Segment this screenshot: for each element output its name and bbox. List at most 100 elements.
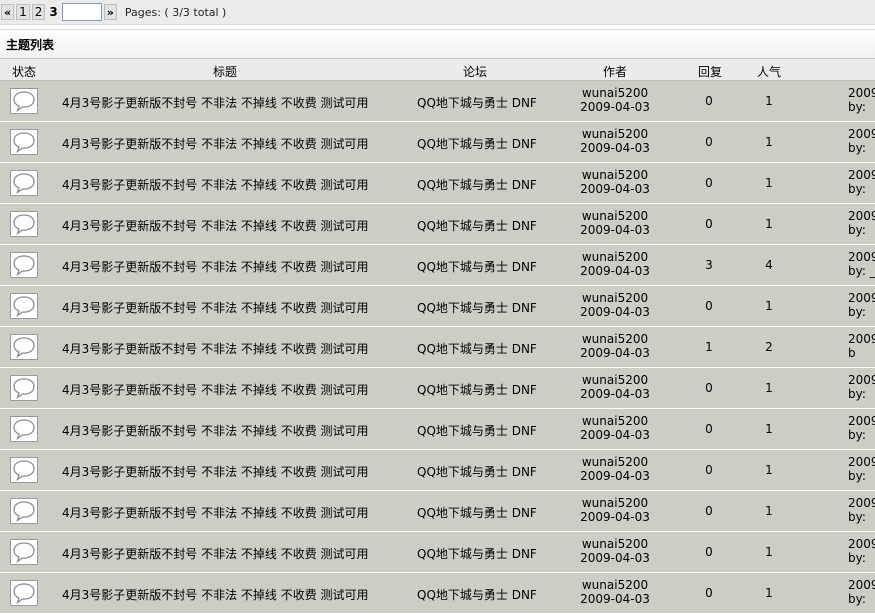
view-count: 2 bbox=[765, 340, 773, 354]
speech-bubble-icon bbox=[10, 170, 38, 196]
forum-link[interactable]: QQ地下城与勇士 DNF bbox=[417, 463, 537, 480]
forum-link[interactable]: QQ地下城与勇士 DNF bbox=[417, 299, 537, 316]
forum-link[interactable]: QQ地下城与勇士 DNF bbox=[417, 545, 537, 562]
last-post-date: 2009 bbox=[848, 537, 875, 551]
topic-title-link[interactable]: 4月3号影子更新版不封号 不非法 不掉线 不收费 测试可用 bbox=[62, 135, 369, 152]
speech-bubble-icon bbox=[10, 580, 38, 606]
post-date: 2009-04-03 bbox=[580, 223, 650, 237]
topic-title-link[interactable]: 4月3号影子更新版不封号 不非法 不掉线 不收费 测试可用 bbox=[62, 258, 369, 275]
topic-title-link[interactable]: 4月3号影子更新版不封号 不非法 不掉线 不收费 测试可用 bbox=[62, 217, 369, 234]
forum-link[interactable]: QQ地下城与勇士 DNF bbox=[417, 135, 537, 152]
reply-count: 0 bbox=[705, 504, 713, 518]
topic-list: 4月3号影子更新版不封号 不非法 不掉线 不收费 测试可用 QQ地下城与勇士 D… bbox=[0, 81, 875, 614]
table-row: 4月3号影子更新版不封号 不非法 不掉线 不收费 测试可用 QQ地下城与勇士 D… bbox=[0, 245, 875, 286]
post-date: 2009-04-03 bbox=[580, 182, 650, 196]
forum-link[interactable]: QQ地下城与勇士 DNF bbox=[417, 504, 537, 521]
view-count: 1 bbox=[765, 217, 773, 231]
page-2-link[interactable]: 2 bbox=[31, 4, 46, 20]
author-cell: wunai5200 2009-04-03 bbox=[570, 332, 660, 360]
author-link[interactable]: wunai5200 bbox=[582, 578, 648, 592]
prev-page-button[interactable]: « bbox=[1, 4, 15, 20]
view-count: 1 bbox=[765, 545, 773, 559]
reply-count: 1 bbox=[705, 340, 713, 354]
forum-link[interactable]: QQ地下城与勇士 DNF bbox=[417, 258, 537, 275]
reply-count: 0 bbox=[705, 545, 713, 559]
author-link[interactable]: wunai5200 bbox=[582, 168, 648, 182]
section-title: 主题列表 bbox=[0, 29, 875, 59]
last-post-by: by: bbox=[848, 551, 866, 565]
speech-bubble-icon bbox=[10, 293, 38, 319]
last-post-cell: 2009 by: bbox=[848, 291, 875, 319]
author-link[interactable]: wunai5200 bbox=[582, 291, 648, 305]
topic-title-link[interactable]: 4月3号影子更新版不封号 不非法 不掉线 不收费 测试可用 bbox=[62, 299, 369, 316]
forum-link[interactable]: QQ地下城与勇士 DNF bbox=[417, 217, 537, 234]
last-post-cell: 2009 by: bbox=[848, 373, 875, 401]
post-date: 2009-04-03 bbox=[580, 305, 650, 319]
forum-link[interactable]: QQ地下城与勇士 DNF bbox=[417, 176, 537, 193]
last-post-by: by: bbox=[848, 141, 866, 155]
table-row: 4月3号影子更新版不封号 不非法 不掉线 不收费 测试可用 QQ地下城与勇士 D… bbox=[0, 81, 875, 122]
topic-title-link[interactable]: 4月3号影子更新版不封号 不非法 不掉线 不收费 测试可用 bbox=[62, 504, 369, 521]
reply-count: 0 bbox=[705, 422, 713, 436]
speech-bubble-icon bbox=[10, 334, 38, 360]
topic-title-link[interactable]: 4月3号影子更新版不封号 不非法 不掉线 不收费 测试可用 bbox=[62, 381, 369, 398]
author-cell: wunai5200 2009-04-03 bbox=[570, 86, 660, 114]
author-link[interactable]: wunai5200 bbox=[582, 127, 648, 141]
topic-title-link[interactable]: 4月3号影子更新版不封号 不非法 不掉线 不收费 测试可用 bbox=[62, 463, 369, 480]
author-cell: wunai5200 2009-04-03 bbox=[570, 578, 660, 606]
view-count: 1 bbox=[765, 299, 773, 313]
last-post-cell: 2009 by: bbox=[848, 537, 875, 565]
page-jump-input[interactable] bbox=[61, 3, 102, 21]
last-post-cell: 2009 by: bbox=[848, 127, 875, 155]
table-row: 4月3号影子更新版不封号 不非法 不掉线 不收费 测试可用 QQ地下城与勇士 D… bbox=[0, 286, 875, 327]
author-cell: wunai5200 2009-04-03 bbox=[570, 414, 660, 442]
author-link[interactable]: wunai5200 bbox=[582, 414, 648, 428]
last-post-cell: 2009 by: bbox=[848, 496, 875, 524]
topic-title-link[interactable]: 4月3号影子更新版不封号 不非法 不掉线 不收费 测试可用 bbox=[62, 176, 369, 193]
forum-link[interactable]: QQ地下城与勇士 DNF bbox=[417, 381, 537, 398]
author-link[interactable]: wunai5200 bbox=[582, 537, 648, 551]
column-replies: 回复 bbox=[698, 65, 723, 79]
topic-title-link[interactable]: 4月3号影子更新版不封号 不非法 不掉线 不收费 测试可用 bbox=[62, 586, 369, 603]
view-count: 1 bbox=[765, 463, 773, 477]
last-post-date: 2009 bbox=[848, 209, 875, 223]
post-date: 2009-04-03 bbox=[580, 551, 650, 565]
view-count: 1 bbox=[765, 381, 773, 395]
column-views: 人气 bbox=[757, 65, 782, 79]
table-row: 4月3号影子更新版不封号 不非法 不掉线 不收费 测试可用 QQ地下城与勇士 D… bbox=[0, 122, 875, 163]
author-link[interactable]: wunai5200 bbox=[582, 373, 648, 387]
post-date: 2009-04-03 bbox=[580, 100, 650, 114]
last-post-by: by: bbox=[848, 387, 866, 401]
author-link[interactable]: wunai5200 bbox=[582, 332, 648, 346]
speech-bubble-icon bbox=[10, 375, 38, 401]
author-link[interactable]: wunai5200 bbox=[582, 250, 648, 264]
author-cell: wunai5200 2009-04-03 bbox=[570, 496, 660, 524]
speech-bubble-icon bbox=[10, 129, 38, 155]
post-date: 2009-04-03 bbox=[580, 387, 650, 401]
topic-title-link[interactable]: 4月3号影子更新版不封号 不非法 不掉线 不收费 测试可用 bbox=[62, 94, 369, 111]
author-link[interactable]: wunai5200 bbox=[582, 86, 648, 100]
topic-title-link[interactable]: 4月3号影子更新版不封号 不非法 不掉线 不收费 测试可用 bbox=[62, 422, 369, 439]
column-author: 作者 bbox=[603, 65, 628, 79]
forum-link[interactable]: QQ地下城与勇士 DNF bbox=[417, 340, 537, 357]
speech-bubble-icon bbox=[10, 457, 38, 483]
author-link[interactable]: wunai5200 bbox=[582, 496, 648, 510]
view-count: 1 bbox=[765, 135, 773, 149]
reply-count: 3 bbox=[705, 258, 713, 272]
reply-count: 0 bbox=[705, 586, 713, 600]
next-page-button[interactable]: » bbox=[103, 4, 117, 20]
author-link[interactable]: wunai5200 bbox=[582, 455, 648, 469]
table-row: 4月3号影子更新版不封号 不非法 不掉线 不收费 测试可用 QQ地下城与勇士 D… bbox=[0, 368, 875, 409]
author-cell: wunai5200 2009-04-03 bbox=[570, 373, 660, 401]
table-row: 4月3号影子更新版不封号 不非法 不掉线 不收费 测试可用 QQ地下城与勇士 D… bbox=[0, 204, 875, 245]
forum-link[interactable]: QQ地下城与勇士 DNF bbox=[417, 422, 537, 439]
post-date: 2009-04-03 bbox=[580, 510, 650, 524]
author-link[interactable]: wunai5200 bbox=[582, 209, 648, 223]
last-post-date: 2009 bbox=[848, 373, 875, 387]
topic-title-link[interactable]: 4月3号影子更新版不封号 不非法 不掉线 不收费 测试可用 bbox=[62, 340, 369, 357]
forum-link[interactable]: QQ地下城与勇士 DNF bbox=[417, 586, 537, 603]
forum-link[interactable]: QQ地下城与勇士 DNF bbox=[417, 94, 537, 111]
author-cell: wunai5200 2009-04-03 bbox=[570, 455, 660, 483]
page-1-link[interactable]: 1 bbox=[16, 4, 30, 20]
topic-title-link[interactable]: 4月3号影子更新版不封号 不非法 不掉线 不收费 测试可用 bbox=[62, 545, 369, 562]
